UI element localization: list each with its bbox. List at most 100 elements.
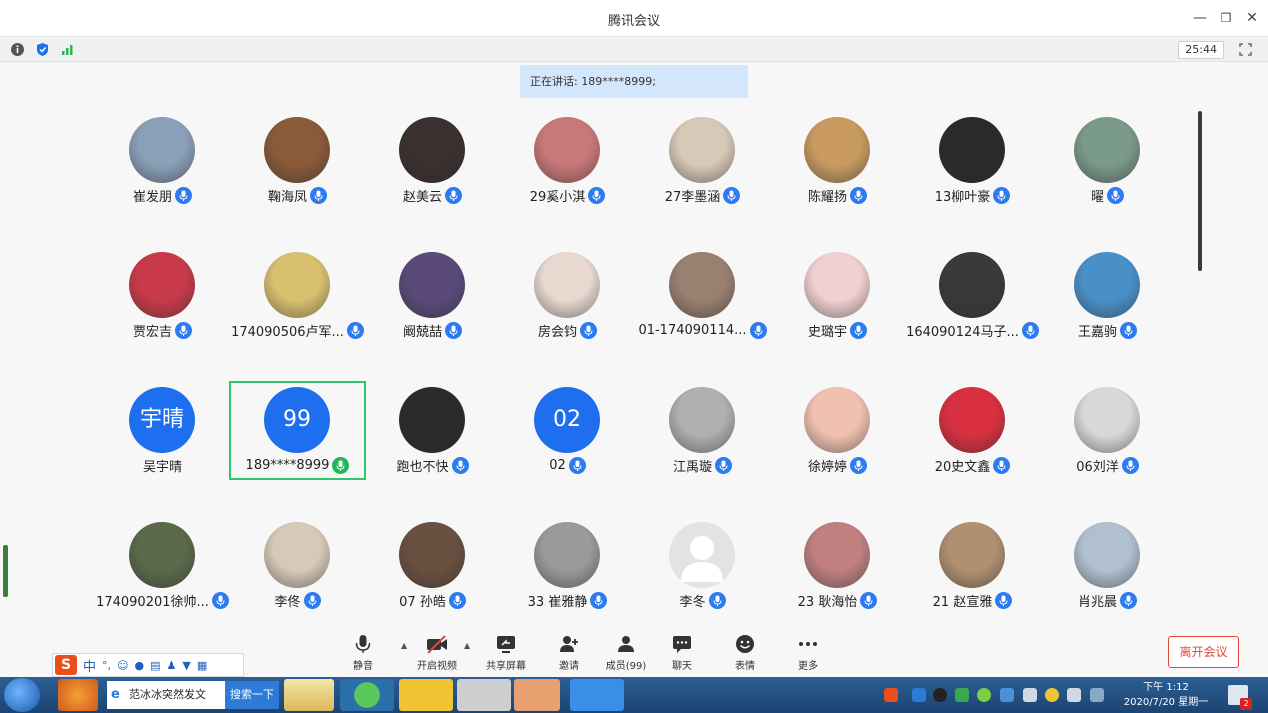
participant-mic-icon — [715, 456, 732, 474]
participant-tile[interactable]: 27李墨涵 — [635, 110, 770, 210]
volume-icon[interactable] — [1023, 688, 1037, 702]
participant-tile[interactable]: 29奚小淇 — [500, 110, 635, 210]
ime-skin-icon[interactable]: ▼ — [182, 659, 190, 672]
leave-meeting-button[interactable]: 离开会议 — [1168, 636, 1239, 668]
start-video-button[interactable]: 开启视频 — [407, 633, 467, 673]
ime-toolbox-icon[interactable]: ▦ — [197, 659, 207, 672]
signal-icon[interactable] — [60, 42, 75, 57]
browser-app-icon[interactable] — [58, 679, 98, 711]
share-screen-button[interactable]: 共享屏幕 — [476, 633, 536, 673]
close-button[interactable]: ✕ — [1242, 8, 1262, 28]
more-button[interactable]: 更多 — [778, 633, 838, 673]
printer-app-icon[interactable] — [457, 679, 511, 711]
participant-tile[interactable]: 21 赵宣雅 — [905, 515, 1040, 615]
participant-mic-icon — [993, 186, 1011, 204]
participant-tile[interactable]: 李冬 — [635, 515, 770, 615]
participant-tile[interactable]: 99 189****8999 — [230, 380, 365, 480]
participant-tile[interactable]: 33 崔雅静 — [500, 515, 635, 615]
participant-tile[interactable]: 崔发朋 — [95, 110, 230, 210]
participant-name-row: 07 孙皓 — [365, 591, 500, 610]
participant-tile[interactable]: 13柳叶豪 — [905, 110, 1040, 210]
restore-button[interactable]: ❐ — [1216, 8, 1236, 28]
fullscreen-icon[interactable] — [1238, 42, 1253, 57]
info-icon[interactable] — [10, 42, 25, 57]
sogou-logo-icon[interactable]: S — [55, 655, 77, 675]
participant-tile[interactable]: 02 02 — [500, 380, 635, 480]
side-handle[interactable] — [3, 545, 8, 597]
participant-tile[interactable]: 贾宏吉 — [95, 245, 230, 345]
taskbar-search-box[interactable]: 范冰冰突然发文 — [107, 681, 225, 709]
tray-plus-icon[interactable] — [1045, 688, 1059, 702]
mute-button[interactable]: 静音 — [333, 633, 393, 673]
tray-app-icon[interactable] — [912, 688, 926, 702]
participant-tile[interactable]: 徐婷婷 — [770, 380, 905, 480]
participant-tile[interactable]: 陈耀扬 — [770, 110, 905, 210]
participant-tile[interactable]: 史璐宇 — [770, 245, 905, 345]
qq-tray-icon[interactable] — [933, 688, 947, 702]
participant-tile[interactable]: 赵美云 — [365, 110, 500, 210]
participant-name-row: 曜 — [1040, 186, 1175, 205]
participant-avatar — [669, 252, 735, 318]
participant-tile[interactable]: 01-174090114... — [635, 245, 770, 345]
tencent-meeting-taskbar-icon[interactable] — [570, 679, 624, 711]
participant-avatar — [399, 522, 465, 588]
participant-mic-icon — [1107, 186, 1124, 204]
sogou-tray-icon[interactable] — [884, 688, 898, 702]
participant-avatar — [939, 252, 1005, 318]
participant-tile[interactable]: 肖兆晨 — [1040, 515, 1175, 615]
participant-tile[interactable]: 174090201徐帅... — [95, 515, 230, 615]
start-button[interactable] — [4, 678, 40, 712]
taskbar-search-button[interactable]: 搜索一下 — [225, 681, 279, 709]
participant-name-row: 房会钧 — [500, 321, 635, 340]
ime-voice-icon[interactable]: ● — [134, 659, 144, 672]
participant-tile[interactable]: 20史文鑫 — [905, 380, 1040, 480]
wechat-icon[interactable] — [399, 679, 453, 711]
picture-app-icon[interactable] — [514, 679, 560, 711]
participant-tile[interactable]: 23 耿海怡 — [770, 515, 905, 615]
usb-tray-icon[interactable] — [1067, 688, 1081, 702]
participant-tile[interactable]: 王嘉驹 — [1040, 245, 1175, 345]
participant-tile[interactable]: 阚兢喆 — [365, 245, 500, 345]
participant-name-row: 王嘉驹 — [1040, 321, 1175, 340]
participant-tile[interactable]: 李佟 — [230, 515, 365, 615]
participant-tile[interactable]: 江禹璇 — [635, 380, 770, 480]
participant-name-row: 李冬 — [635, 591, 770, 610]
ime-punctuation[interactable]: °, — [102, 659, 111, 672]
participant-tile[interactable]: 174090506卢军... — [230, 245, 365, 345]
security-tray-icon[interactable] — [955, 688, 969, 702]
participant-tile[interactable]: 07 孙皓 — [365, 515, 500, 615]
participant-tile[interactable]: 宇晴 吴宇晴 — [95, 380, 230, 480]
members-button[interactable]: 成员(99) — [596, 633, 656, 673]
minimize-button[interactable]: — — [1190, 8, 1210, 28]
participant-tile[interactable]: 164090124马子... — [905, 245, 1040, 345]
display-tray-icon[interactable] — [1090, 688, 1104, 702]
participant-tile[interactable]: 房会钧 — [500, 245, 635, 345]
ime-user-icon[interactable]: ♟ — [167, 659, 177, 672]
wechat-tray-icon[interactable] — [977, 688, 991, 702]
participant-tile[interactable]: 曜 — [1040, 110, 1175, 210]
app-green-circle-icon[interactable] — [340, 679, 394, 711]
scrollbar[interactable] — [1198, 111, 1202, 271]
participant-name: 07 孙皓 — [399, 594, 446, 610]
participant-tile[interactable]: 06刘洋 — [1040, 380, 1175, 480]
invite-button[interactable]: 邀请 — [539, 633, 599, 673]
ime-emoji-icon[interactable]: ☺ — [117, 659, 128, 672]
participant-mic-icon — [1120, 321, 1137, 339]
emoji-button[interactable]: 表情 — [715, 633, 775, 673]
participant-name: 王嘉驹 — [1077, 324, 1117, 340]
microphone-icon — [355, 635, 371, 653]
video-options-caret-icon[interactable]: ▲ — [464, 641, 474, 651]
network-tray-icon[interactable] — [1000, 688, 1014, 702]
participant-avatar — [399, 117, 465, 183]
participant-name-row: 赵美云 — [365, 186, 500, 205]
ime-mode[interactable]: 中 — [83, 656, 96, 675]
participant-tile[interactable]: 跑也不快 — [365, 380, 500, 480]
ime-toolbar[interactable]: S 中 °, ☺ ● ▤ ♟ ▼ ▦ — [52, 653, 244, 677]
ime-keyboard-icon[interactable]: ▤ — [150, 659, 160, 672]
participant-tile[interactable]: 鞠海凤 — [230, 110, 365, 210]
file-explorer-icon[interactable] — [284, 679, 334, 711]
chat-button[interactable]: 聊天 — [652, 633, 712, 673]
shield-icon[interactable] — [35, 42, 50, 57]
participant-name: 江禹璇 — [672, 459, 712, 475]
taskbar-clock[interactable]: 下午 1:12 2020/7/20 星期一 — [1114, 680, 1218, 710]
